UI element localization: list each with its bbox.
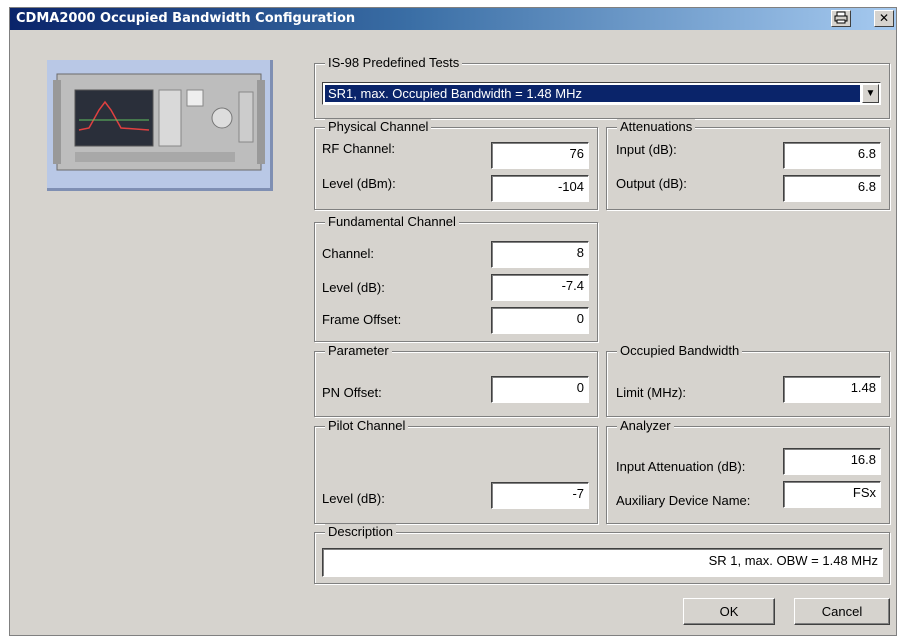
description-legend: Description xyxy=(325,524,397,539)
fundamental-channel-label: Channel: xyxy=(322,246,375,261)
fundamental-channel-group: Fundamental Channel Channel: 8 Level (dB… xyxy=(314,214,598,342)
physical-channel-legend: Physical Channel xyxy=(325,119,432,134)
parameter-legend: Parameter xyxy=(325,343,392,358)
pn-offset-label: PN Offset: xyxy=(322,385,382,400)
predefined-tests-group: IS-98 Predefined Tests SR1, max. Occupie… xyxy=(314,55,890,119)
att-output-field[interactable]: 6.8 xyxy=(783,175,881,202)
rf-channel-input[interactable]: 76 xyxy=(491,142,589,169)
ok-button[interactable]: OK xyxy=(683,598,775,625)
fundamental-channel-input[interactable]: 8 xyxy=(491,241,589,268)
predefined-tests-value: SR1, max. Occupied Bandwidth = 1.48 MHz xyxy=(325,85,860,102)
frame-offset-label: Frame Offset: xyxy=(322,312,402,327)
parameter-group: Parameter PN Offset: 0 xyxy=(314,343,598,417)
pilot-channel-group: Pilot Channel Level (dB): -7 xyxy=(314,418,598,524)
physical-level-label: Level (dBm): xyxy=(322,176,396,191)
physical-channel-group: Physical Channel RF Channel: 76 Level (d… xyxy=(314,119,598,210)
attenuations-legend: Attenuations xyxy=(617,119,696,134)
occupied-bandwidth-legend: Occupied Bandwidth xyxy=(617,343,743,358)
pilot-channel-legend: Pilot Channel xyxy=(325,418,409,433)
close-icon[interactable]: ✕ xyxy=(874,10,894,27)
fundamental-level-label: Level (dB): xyxy=(322,280,385,295)
pn-offset-input[interactable]: 0 xyxy=(491,376,589,403)
cancel-button[interactable]: Cancel xyxy=(794,598,890,625)
att-input-label: Input (dB): xyxy=(616,142,677,157)
physical-level-input[interactable]: -104 xyxy=(491,175,589,202)
fundamental-level-input[interactable]: -7.4 xyxy=(491,274,589,301)
analyzer-legend: Analyzer xyxy=(617,418,674,433)
description-group: Description SR 1, max. OBW = 1.48 MHz xyxy=(314,524,890,584)
predefined-tests-legend: IS-98 Predefined Tests xyxy=(325,55,463,70)
input-attenuation-input[interactable]: 16.8 xyxy=(783,448,881,475)
window-title: CDMA2000 Occupied Bandwidth Configuratio… xyxy=(16,11,356,26)
rf-channel-label: RF Channel: xyxy=(322,141,395,156)
instrument-image xyxy=(47,60,273,191)
title-bar[interactable]: CDMA2000 Occupied Bandwidth Configuratio… xyxy=(10,8,896,30)
predefined-tests-select[interactable]: SR1, max. Occupied Bandwidth = 1.48 MHz … xyxy=(322,82,881,105)
pilot-level-label: Level (dB): xyxy=(322,491,385,506)
analyzer-group: Analyzer Input Attenuation (dB): 16.8 Au… xyxy=(606,418,890,524)
obw-limit-label: Limit (MHz): xyxy=(616,385,687,400)
pilot-level-input[interactable]: -7 xyxy=(491,482,589,509)
print-icon[interactable] xyxy=(831,10,851,27)
description-input[interactable]: SR 1, max. OBW = 1.48 MHz xyxy=(322,548,883,577)
dialog-window: CDMA2000 Occupied Bandwidth Configuratio… xyxy=(9,7,897,636)
input-attenuation-label: Input Attenuation (dB): xyxy=(616,459,746,474)
chevron-down-icon[interactable]: ▼ xyxy=(862,84,879,103)
att-input-field[interactable]: 6.8 xyxy=(783,142,881,169)
auxiliary-device-label: Auxiliary Device Name: xyxy=(616,493,751,508)
fundamental-channel-legend: Fundamental Channel xyxy=(325,214,459,229)
attenuations-group: Attenuations Input (dB): 6.8 Output (dB)… xyxy=(606,119,890,210)
obw-limit-input[interactable]: 1.48 xyxy=(783,376,881,403)
att-output-label: Output (dB): xyxy=(616,176,687,191)
frame-offset-input[interactable]: 0 xyxy=(491,307,589,334)
occupied-bandwidth-group: Occupied Bandwidth Limit (MHz): 1.48 xyxy=(606,343,890,417)
auxiliary-device-input[interactable]: FSx xyxy=(783,481,881,508)
